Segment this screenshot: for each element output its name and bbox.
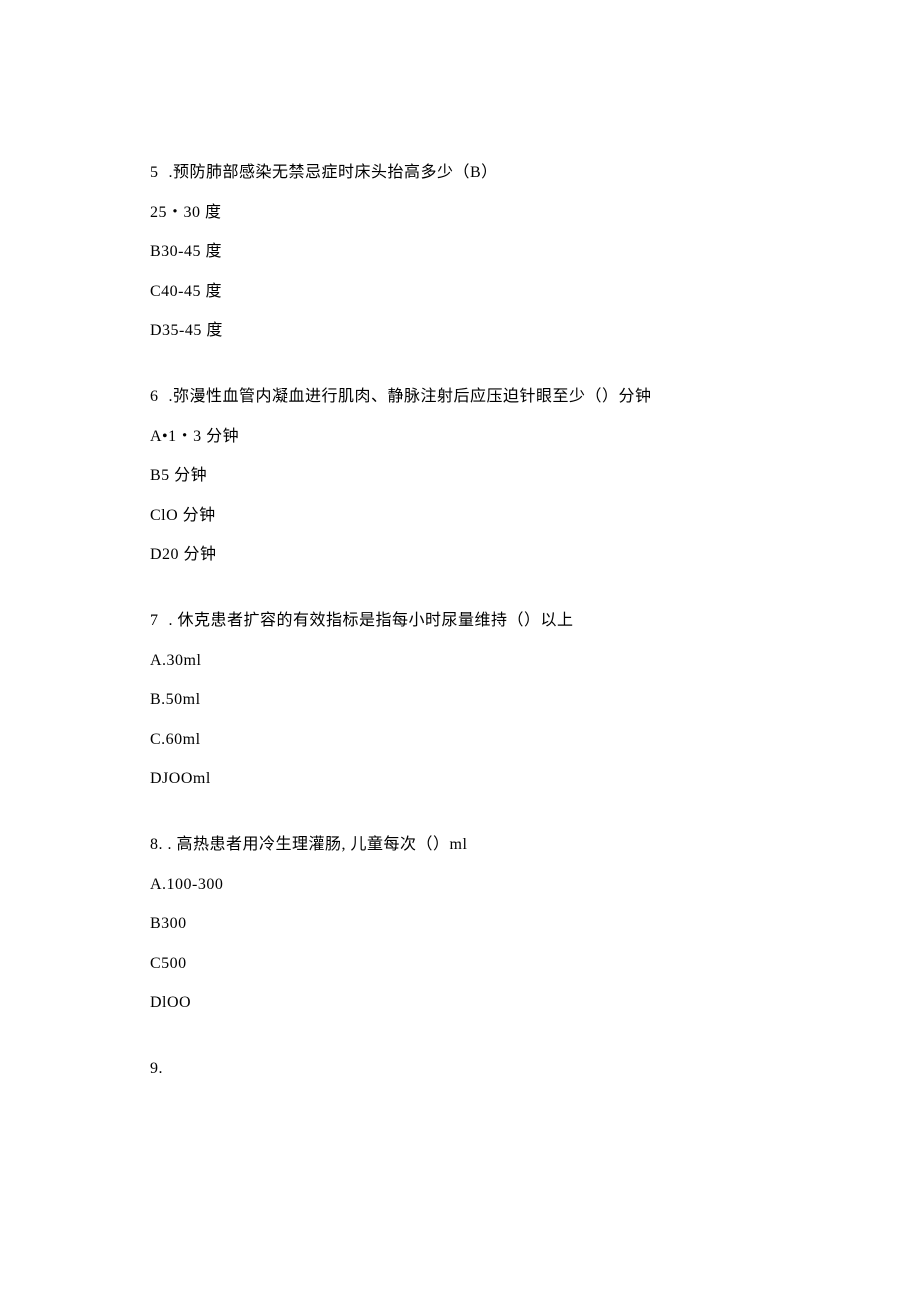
question-number: 5 [150, 160, 164, 186]
option-b: B5 分钟 [150, 463, 780, 489]
option-a: 25・30 度 [150, 200, 780, 226]
option-b: B.50ml [150, 687, 780, 713]
question-6: 6 .弥漫性血管内凝血进行肌肉、静脉注射后应压迫针眼至少（）分钟 A•1・3 分… [150, 384, 780, 568]
option-d: D20 分钟 [150, 542, 780, 568]
question-5: 5 .预防肺部感染无禁忌症时床头抬高多少（B） 25・30 度 B30-45 度… [150, 160, 780, 344]
question-stem: 8. . 高热患者用冷生理灌肠, 儿童每次（）ml [150, 832, 780, 858]
question-stem: 7 . 休克患者扩容的有效指标是指每小时尿量维持（）以上 [150, 608, 780, 634]
option-b: B300 [150, 911, 780, 937]
option-b: B30-45 度 [150, 239, 780, 265]
option-a: A•1・3 分钟 [150, 424, 780, 450]
option-c: C.60ml [150, 727, 780, 753]
question-number: 6 [150, 384, 164, 410]
question-7: 7 . 休克患者扩容的有效指标是指每小时尿量维持（）以上 A.30ml B.50… [150, 608, 780, 792]
option-d: D35-45 度 [150, 318, 780, 344]
question-stem: 9. [150, 1056, 780, 1082]
question-text: 高热患者用冷生理灌肠, 儿童每次（）ml [177, 836, 468, 853]
question-text: 预防肺部感染无禁忌症时床头抬高多少（B） [173, 164, 498, 181]
question-number: 8. . [150, 836, 177, 853]
document-page: 5 .预防肺部感染无禁忌症时床头抬高多少（B） 25・30 度 B30-45 度… [0, 0, 920, 1301]
question-9: 9. [150, 1056, 780, 1082]
question-sep: . [164, 388, 173, 405]
question-8: 8. . 高热患者用冷生理灌肠, 儿童每次（）ml A.100-300 B300… [150, 832, 780, 1016]
question-sep: . [164, 164, 173, 181]
option-c: ClO 分钟 [150, 503, 780, 529]
option-c: C500 [150, 951, 780, 977]
question-stem: 6 .弥漫性血管内凝血进行肌肉、静脉注射后应压迫针眼至少（）分钟 [150, 384, 780, 410]
question-text: 弥漫性血管内凝血进行肌肉、静脉注射后应压迫针眼至少（）分钟 [173, 388, 652, 405]
option-c: C40-45 度 [150, 279, 780, 305]
option-d: DlOO [150, 990, 780, 1016]
question-text: 休克患者扩容的有效指标是指每小时尿量维持（）以上 [178, 612, 574, 629]
question-number: 9. [150, 1060, 163, 1077]
option-a: A.100-300 [150, 872, 780, 898]
option-a: A.30ml [150, 648, 780, 674]
question-number: 7 [150, 608, 164, 634]
option-d: DJOOml [150, 766, 780, 792]
question-stem: 5 .预防肺部感染无禁忌症时床头抬高多少（B） [150, 160, 780, 186]
question-sep: . [164, 612, 178, 629]
